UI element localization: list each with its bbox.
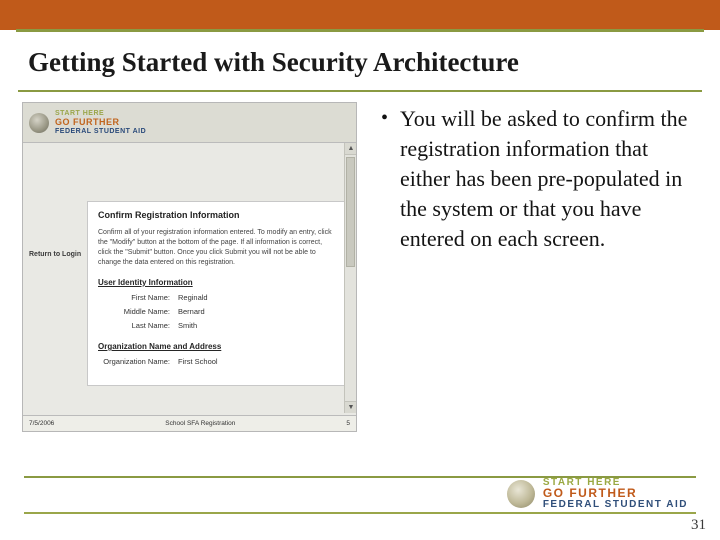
embedded-screenshot: START HERE GO FURTHER FEDERAL STUDENT AI… <box>22 102 357 432</box>
last-name-label: Last Name: <box>98 321 178 330</box>
page-number: 31 <box>691 517 706 534</box>
content-row: START HERE GO FURTHER FEDERAL STUDENT AI… <box>0 92 720 432</box>
first-name-label: First Name: <box>98 293 178 302</box>
bullet-paragraph: You will be asked to confirm the registr… <box>400 104 688 254</box>
bullet-area: • You will be asked to confirm the regis… <box>381 102 698 432</box>
middle-name-label: Middle Name: <box>98 307 178 316</box>
scrollbar[interactable]: ▲ ▼ <box>344 143 356 413</box>
first-name-value: Reginald <box>178 293 208 302</box>
footer-brand-line2: GO FURTHER <box>543 488 688 499</box>
section-user-identity: User Identity Information <box>98 278 337 287</box>
scroll-down-icon[interactable]: ▼ <box>345 401 357 413</box>
screenshot-body: Return to Login Confirm Registration Inf… <box>23 143 356 413</box>
field-org-name: Organization Name: First School <box>98 357 337 366</box>
card-title: Confirm Registration Information <box>98 210 337 220</box>
brand-line3: FEDERAL STUDENT AID <box>55 127 146 136</box>
seal-icon <box>29 113 49 133</box>
confirm-registration-card: Confirm Registration Information Confirm… <box>87 201 348 386</box>
footer-date: 7/5/2006 <box>29 420 54 427</box>
top-orange-stripe <box>0 0 720 30</box>
footer-title: School SFA Registration <box>165 420 235 427</box>
last-name-value: Smith <box>178 321 197 330</box>
footer-page: 5 <box>346 420 350 427</box>
scroll-up-icon[interactable]: ▲ <box>345 143 357 155</box>
field-middle-name: Middle Name: Bernard <box>98 307 337 316</box>
slide-title: Getting Started with Security Architectu… <box>28 47 692 78</box>
footer-brand: START HERE GO FURTHER FEDERAL STUDENT AI… <box>507 477 688 510</box>
bullet-icon: • <box>381 104 388 254</box>
screenshot-header: START HERE GO FURTHER FEDERAL STUDENT AI… <box>23 103 356 143</box>
section-organization: Organization Name and Address <box>98 342 337 351</box>
org-name-label: Organization Name: <box>98 357 178 366</box>
field-last-name: Last Name: Smith <box>98 321 337 330</box>
footer-seal-icon <box>507 480 535 508</box>
org-name-value: First School <box>178 357 218 366</box>
footer-brand-line3: FEDERAL STUDENT AID <box>543 499 688 510</box>
field-first-name: First Name: Reginald <box>98 293 337 302</box>
top-green-accent <box>16 29 704 32</box>
screenshot-footer: 7/5/2006 School SFA Registration 5 <box>23 415 356 431</box>
title-area: Getting Started with Security Architectu… <box>0 33 720 84</box>
scroll-thumb[interactable] <box>346 157 355 267</box>
footer-green-rule <box>24 512 696 514</box>
card-description: Confirm all of your registration informa… <box>98 228 337 268</box>
return-to-login-link[interactable]: Return to Login <box>29 251 81 258</box>
brand-line2: GO FURTHER <box>55 118 146 127</box>
middle-name-value: Bernard <box>178 307 205 316</box>
screenshot-brand: START HERE GO FURTHER FEDERAL STUDENT AI… <box>55 109 146 136</box>
